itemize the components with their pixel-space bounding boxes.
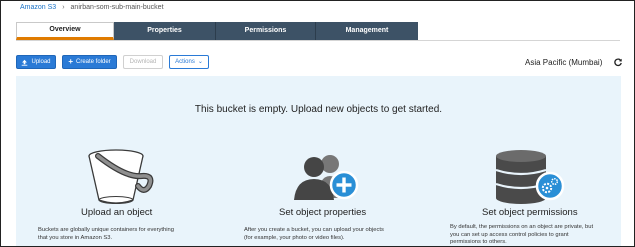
breadcrumb: Amazon S3 › anirban-som-sub-main-bucket [20, 4, 164, 11]
breadcrumb-bucket-name: anirban-som-sub-main-bucket [70, 4, 164, 11]
create-folder-button-label: Create folder [75, 59, 111, 65]
object-permissions-description: By default, the permissions on an object… [450, 224, 620, 246]
user-plus-icon [294, 155, 359, 200]
object-permissions-desc-line-1: By default, the permissions on an object… [450, 224, 594, 230]
refresh-icon[interactable] [613, 57, 623, 67]
tab-properties[interactable]: Properties [114, 22, 216, 40]
bucket-icon [88, 149, 154, 204]
breadcrumb-amazon-s3-link[interactable]: Amazon S3 [20, 4, 56, 11]
upload-button-label: Upload [31, 59, 51, 65]
tab-management[interactable]: Management [316, 22, 418, 40]
tab-divider [16, 40, 620, 41]
create-folder-button[interactable]: + Create folder [62, 55, 117, 69]
chevron-down-icon: ⌄ [197, 59, 203, 65]
download-button-label: Download [129, 59, 157, 65]
object-properties-desc-line-1: After you create a bucket, you can uploa… [244, 227, 384, 233]
upload-object-description: Buckets are globally unique containers f… [38, 227, 218, 242]
upload-object-title: Upload an object [81, 207, 153, 218]
tab-overview[interactable]: Overview [16, 22, 114, 40]
tab-bar: Overview Properties Permissions Manageme… [16, 22, 418, 40]
upload-object-desc-line-1: Buckets are globally unique containers f… [38, 227, 174, 233]
tab-permissions[interactable]: Permissions [216, 22, 316, 40]
breadcrumb-separator: › [62, 4, 65, 11]
upload-icon [22, 59, 28, 66]
region-label: Asia Pacific (Mumbai) [525, 58, 603, 67]
download-button[interactable]: Download [123, 55, 163, 69]
object-permissions-title: Set object permissions [482, 207, 578, 218]
upload-button[interactable]: Upload [16, 55, 56, 69]
upload-object-desc-line-2: that you store in Amazon S3. [38, 234, 113, 241]
empty-bucket-message: This bucket is empty. Upload new objects… [194, 104, 443, 115]
database-gear-icon [495, 150, 565, 204]
empty-bucket-panel: This bucket is empty. Upload new objects… [16, 76, 621, 246]
s3-bucket-page: Amazon S3 › anirban-som-sub-main-bucket Ov… [0, 0, 635, 247]
object-permissions-desc-line-2: you can set up access control policies t… [450, 231, 569, 238]
object-permissions-desc-line-3: permissions to others. [450, 239, 507, 245]
plus-icon: + [68, 57, 73, 66]
object-properties-description: After you create a bucket, you can uploa… [244, 227, 424, 242]
actions-dropdown-label: Actions [175, 59, 195, 65]
actions-dropdown[interactable]: Actions ⌄ [169, 55, 209, 69]
object-properties-title: Set object properties [279, 207, 367, 218]
object-properties-desc-line-2: (for example, your photo or video files)… [244, 234, 345, 241]
